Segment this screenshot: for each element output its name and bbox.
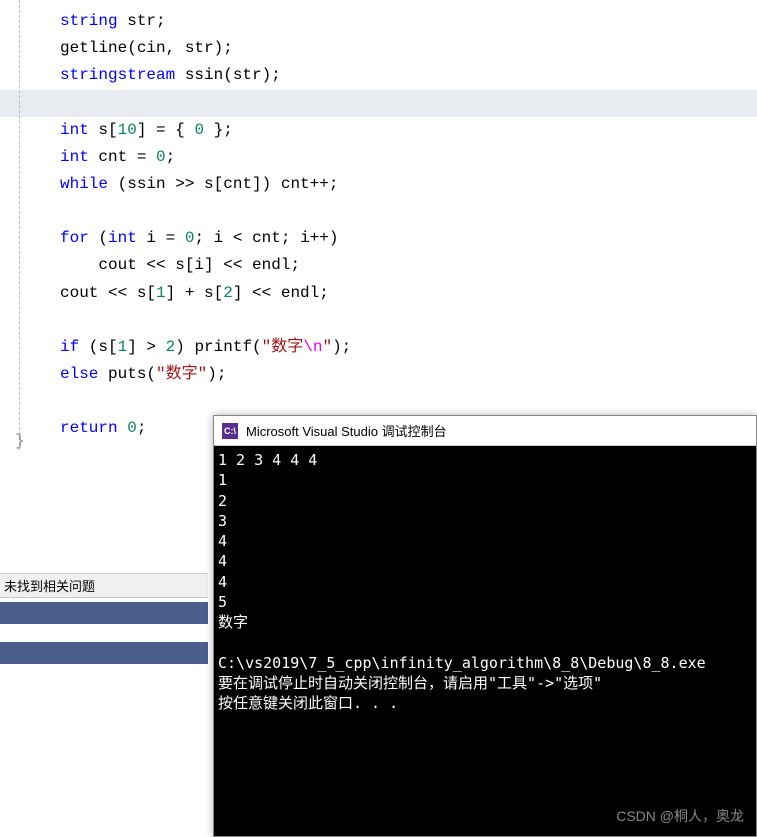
console-titlebar[interactable]: C:\ Microsoft Visual Studio 调试控制台 <box>214 416 756 446</box>
code-line: cout << s[1] + s[2] << endl; <box>0 280 757 307</box>
no-issues-label: 未找到相关问题 <box>0 573 208 598</box>
code-line: cout << s[i] << endl; <box>0 252 757 279</box>
code-line: int cnt = 0; <box>0 144 757 171</box>
code-line <box>0 388 757 415</box>
vs-icon: C:\ <box>222 423 238 439</box>
watermark: CSDN @桐人，奥龙 <box>616 806 744 826</box>
code-line: if (s[1] > 2) printf("数字\n"); <box>0 334 757 361</box>
closing-brace: } <box>15 432 25 450</box>
code-line <box>0 198 757 225</box>
issues-panel: 未找到相关问题 <box>0 573 208 837</box>
code-line: else puts("数字"); <box>0 361 757 388</box>
code-line: int s[10] = { 0 }; <box>0 117 757 144</box>
code-editor[interactable]: string str; getline(cin, str); stringstr… <box>0 0 757 450</box>
status-bar-segment <box>0 602 208 624</box>
code-line: while (ssin >> s[cnt]) cnt++; <box>0 171 757 198</box>
console-output[interactable]: 1 2 3 4 4 4 1 2 3 4 4 4 5 数字 C:\vs2019\7… <box>214 446 756 717</box>
code-line: for (int i = 0; i < cnt; i++) <box>0 225 757 252</box>
code-line: string str; <box>0 8 757 35</box>
code-line-cursor <box>0 90 757 117</box>
code-line <box>0 307 757 334</box>
gutter <box>0 0 20 450</box>
code-line: getline(cin, str); <box>0 35 757 62</box>
debug-console-window[interactable]: C:\ Microsoft Visual Studio 调试控制台 1 2 3 … <box>213 415 757 837</box>
console-title: Microsoft Visual Studio 调试控制台 <box>246 421 447 440</box>
status-bar-segment <box>0 642 208 664</box>
code-line: stringstream ssin(str); <box>0 62 757 89</box>
